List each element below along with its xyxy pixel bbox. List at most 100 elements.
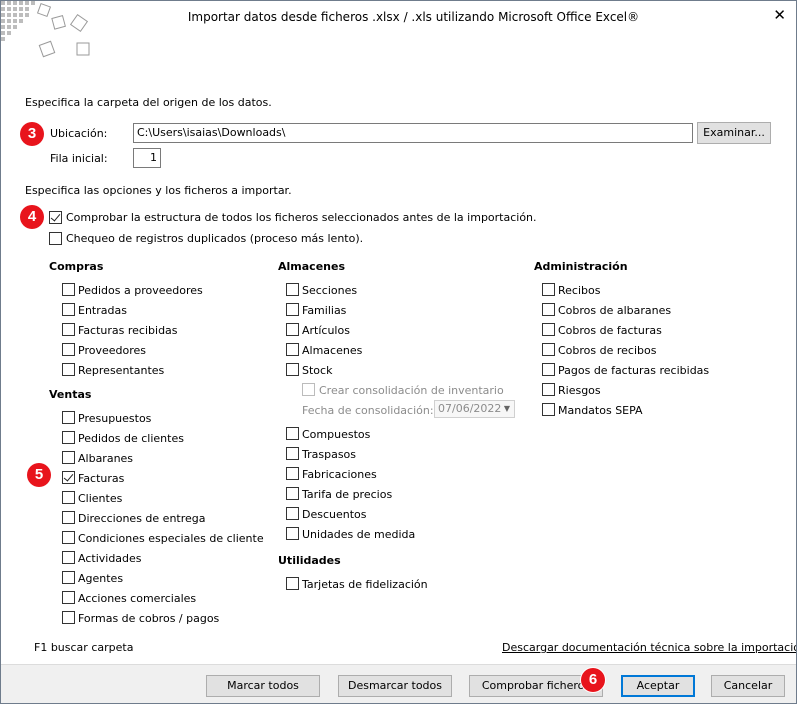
compras-label: Entradas: [78, 304, 127, 317]
step-badge-4: 4: [20, 205, 44, 229]
compras-checkbox[interactable]: [62, 303, 75, 316]
accept-button[interactable]: Aceptar: [621, 675, 695, 697]
location-label: Ubicación:: [50, 127, 108, 140]
administracion-checkbox[interactable]: [542, 303, 555, 316]
utilidades-checkbox[interactable]: [286, 577, 299, 590]
almacenes-checkbox[interactable]: [286, 323, 299, 336]
compras-label: Pedidos a proveedores: [78, 284, 203, 297]
administracion-label: Recibos: [558, 284, 601, 297]
administracion-checkbox[interactable]: [542, 343, 555, 356]
compras-checkbox[interactable]: [62, 363, 75, 376]
ventas-checkbox[interactable]: [62, 571, 75, 584]
administracion-label: Cobros de recibos: [558, 344, 657, 357]
ventas-checkbox[interactable]: [62, 551, 75, 564]
ventas-label: Albaranes: [78, 452, 134, 465]
check-structure-label: Comprobar la estructura de todos los fic…: [66, 211, 537, 224]
window-title: Importar datos desde ficheros .xlsx / .x…: [187, 10, 640, 24]
ventas-checkbox[interactable]: [62, 411, 75, 424]
close-icon[interactable]: ✕: [773, 5, 786, 25]
consolidation-checkbox[interactable]: [302, 383, 315, 396]
almacenes-checkbox[interactable]: [286, 467, 299, 480]
start-row-input[interactable]: 1: [133, 148, 161, 168]
almacenes-checkbox[interactable]: [286, 527, 299, 540]
compras-label: Representantes: [78, 364, 165, 377]
group-title-administracion: Administración: [534, 260, 628, 273]
compras-label: Facturas recibidas: [78, 324, 178, 337]
chevron-down-icon: ▼: [503, 404, 510, 413]
compras-checkbox[interactable]: [62, 323, 75, 336]
group-title-compras: Compras: [49, 260, 104, 273]
ventas-label: Agentes: [78, 572, 124, 585]
almacenes-checkbox[interactable]: [286, 427, 299, 440]
administracion-label: Cobros de facturas: [558, 324, 662, 337]
step-badge-6: 6: [581, 668, 605, 692]
ventas-label: Clientes: [78, 492, 123, 505]
administracion-checkbox[interactable]: [542, 383, 555, 396]
start-row-label: Fila inicial:: [50, 152, 108, 165]
ventas-checkbox[interactable]: [62, 511, 75, 524]
check-duplicates-checkbox[interactable]: [49, 232, 62, 245]
almacenes-checkbox[interactable]: [286, 303, 299, 316]
administracion-checkbox[interactable]: [542, 363, 555, 376]
check-duplicates-label: Chequeo de registros duplicados (proceso…: [66, 232, 364, 245]
almacenes-checkbox[interactable]: [286, 363, 299, 376]
consolidation-label: Crear consolidación de inventario: [319, 384, 504, 397]
almacenes-label: Familias: [302, 304, 347, 317]
options-heading: Especifica las opciones y los ficheros a…: [25, 184, 292, 197]
documentation-link[interactable]: Descargar documentación técnica sobre la…: [502, 641, 796, 654]
cancel-button[interactable]: Cancelar: [711, 675, 785, 697]
group-title-ventas: Ventas: [49, 388, 92, 401]
ventas-label: Presupuestos: [78, 412, 152, 425]
ventas-label: Pedidos de clientes: [78, 432, 184, 445]
almacenes-label: Descuentos: [302, 508, 367, 521]
almacenes-label: Fabricaciones: [302, 468, 377, 481]
source-heading: Especifica la carpeta del origen de los …: [25, 96, 272, 109]
consolidation-date-label: Fecha de consolidación:: [302, 404, 434, 417]
ventas-label: Facturas: [78, 472, 125, 485]
browse-button[interactable]: Examinar...: [697, 122, 771, 144]
ventas-checkbox[interactable]: [62, 611, 75, 624]
unmark-all-button[interactable]: Desmarcar todos: [338, 675, 452, 697]
ventas-label: Direcciones de entrega: [78, 512, 206, 525]
administracion-label: Cobros de albaranes: [558, 304, 672, 317]
consolidation-date-picker[interactable]: 07/06/2022 ▼: [434, 400, 515, 418]
ventas-checkbox[interactable]: [62, 451, 75, 464]
compras-checkbox[interactable]: [62, 283, 75, 296]
ventas-checkbox[interactable]: [62, 471, 75, 484]
almacenes-label: Traspasos: [302, 448, 357, 461]
administracion-checkbox[interactable]: [542, 323, 555, 336]
ventas-checkbox[interactable]: [62, 531, 75, 544]
almacenes-label: Almacenes: [302, 344, 363, 357]
almacenes-checkbox[interactable]: [286, 343, 299, 356]
ventas-checkbox[interactable]: [62, 491, 75, 504]
almacenes-label: Secciones: [302, 284, 358, 297]
almacenes-checkbox[interactable]: [286, 487, 299, 500]
ventas-checkbox[interactable]: [62, 591, 75, 604]
compras-checkbox[interactable]: [62, 343, 75, 356]
step-badge-3: 3: [20, 122, 44, 146]
check-structure-checkbox[interactable]: [49, 211, 62, 224]
almacenes-checkbox[interactable]: [286, 447, 299, 460]
ventas-label: Condiciones especiales de cliente: [78, 532, 264, 545]
almacenes-label: Tarifa de precios: [302, 488, 393, 501]
administracion-label: Riesgos: [558, 384, 601, 397]
mark-all-button[interactable]: Marcar todos: [206, 675, 320, 697]
step-badge-5: 5: [27, 463, 51, 487]
utilidades-label: Tarjetas de fidelización: [302, 578, 428, 591]
ventas-checkbox[interactable]: [62, 431, 75, 444]
almacenes-label: Compuestos: [302, 428, 371, 441]
compras-label: Proveedores: [78, 344, 146, 357]
administracion-checkbox[interactable]: [542, 403, 555, 416]
administracion-checkbox[interactable]: [542, 283, 555, 296]
f1-hint: F1 buscar carpeta: [34, 641, 134, 654]
import-dialog: Importar datos desde ficheros .xlsx / .x…: [0, 0, 797, 704]
administracion-label: Pagos de facturas recibidas: [558, 364, 710, 377]
administracion-label: Mandatos SEPA: [558, 404, 643, 417]
consolidation-date-value: 07/06/2022: [438, 402, 502, 415]
almacenes-checkbox[interactable]: [286, 507, 299, 520]
ventas-label: Formas de cobros / pagos: [78, 612, 220, 625]
location-input[interactable]: C:\Users\isaias\Downloads\: [133, 123, 693, 143]
almacenes-label: Unidades de medida: [302, 528, 416, 541]
ventas-label: Actividades: [78, 552, 142, 565]
almacenes-checkbox[interactable]: [286, 283, 299, 296]
